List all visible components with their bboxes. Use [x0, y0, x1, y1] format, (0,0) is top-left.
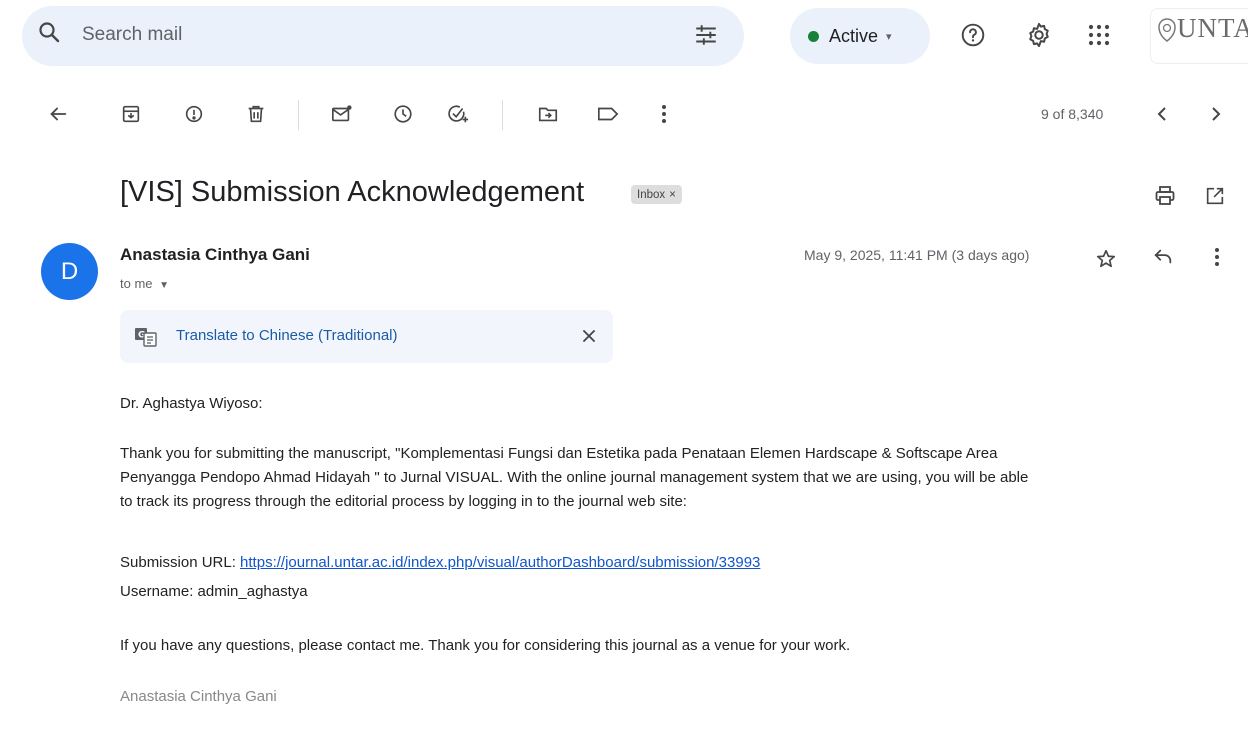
close-icon[interactable]: × [669, 189, 676, 201]
translate-icon: G [134, 325, 158, 349]
back-arrow-icon[interactable] [42, 98, 74, 130]
gear-icon[interactable] [1023, 19, 1055, 51]
chevron-right-icon[interactable] [1200, 98, 1232, 130]
translate-link[interactable]: Translate to Chinese (Traditional) [176, 327, 397, 344]
email-paragraph-line: Penyangga Pendopo Ahmad Hidayah " to Jur… [120, 469, 1029, 486]
snooze-icon[interactable] [387, 98, 419, 130]
search-icon[interactable] [36, 19, 62, 45]
more-vert-icon[interactable] [648, 98, 680, 130]
chevron-down-icon: ▾ [886, 30, 892, 43]
delete-icon[interactable] [240, 98, 272, 130]
search-input[interactable] [80, 20, 644, 50]
filter-icon[interactable] [692, 21, 720, 49]
label-icon[interactable] [592, 98, 624, 130]
email-paragraph-line: Thank you for submitting the manuscript,… [120, 445, 998, 462]
pagination-label: 9 of 8,340 [1041, 106, 1104, 122]
inbox-label-text: Inbox [637, 188, 666, 201]
status-dot-icon [808, 30, 819, 42]
submission-url-label: Submission URL: [120, 554, 241, 571]
email-paragraph-line: to track its progress through the editor… [120, 493, 687, 510]
more-vert-icon[interactable] [1203, 243, 1231, 271]
archive-icon[interactable] [115, 98, 147, 130]
print-icon[interactable] [1151, 182, 1179, 210]
chevron-left-icon[interactable] [1146, 98, 1178, 130]
toolbar-divider [502, 100, 503, 130]
star-icon[interactable] [1092, 245, 1120, 273]
username-line: Username: admin_aghastya [120, 583, 308, 600]
toolbar-divider [298, 100, 299, 130]
recipient-details[interactable]: to me ▼ [120, 276, 169, 291]
chevron-down-icon[interactable]: ▼ [159, 280, 169, 291]
email-greeting: Dr. Aghastya Wiyoso: [120, 395, 263, 412]
reply-icon[interactable] [1149, 243, 1177, 271]
open-in-new-window-icon[interactable] [1201, 182, 1229, 210]
add-task-icon[interactable] [442, 98, 474, 130]
submission-url-line: Submission URL: https://journal.untar.ac… [120, 551, 760, 575]
email-date: May 9, 2025, 11:41 PM (3 days ago) [804, 247, 1030, 263]
submission-url-link[interactable]: https://journal.untar.ac.id/index.php/vi… [240, 554, 760, 571]
email-signature: Anastasia Cinthya Gani [120, 688, 277, 705]
account-logo[interactable]: UNTA [1150, 8, 1248, 64]
crest-icon [1158, 18, 1176, 42]
inbox-label-chip[interactable]: Inbox × [631, 185, 682, 204]
avatar[interactable]: D [41, 243, 98, 300]
move-to-icon[interactable] [532, 98, 564, 130]
email-subject: [VIS] Submission Acknowledgement [120, 176, 585, 208]
status-selector[interactable]: Active ▾ [790, 8, 930, 64]
logo-text: UNTA [1177, 13, 1248, 43]
mark-unread-icon[interactable] [326, 98, 358, 130]
email-closing: If you have any questions, please contac… [120, 637, 851, 654]
apps-icon[interactable] [1085, 21, 1113, 49]
recipient-label: to me [120, 276, 153, 291]
status-label: Active [829, 25, 879, 46]
email-paragraph: Thank you for submitting the manuscript,… [120, 442, 1220, 514]
help-icon[interactable] [958, 20, 988, 50]
sender-name: Anastasia Cinthya Gani [120, 245, 310, 264]
report-spam-icon[interactable] [178, 98, 210, 130]
close-icon[interactable] [576, 323, 602, 349]
